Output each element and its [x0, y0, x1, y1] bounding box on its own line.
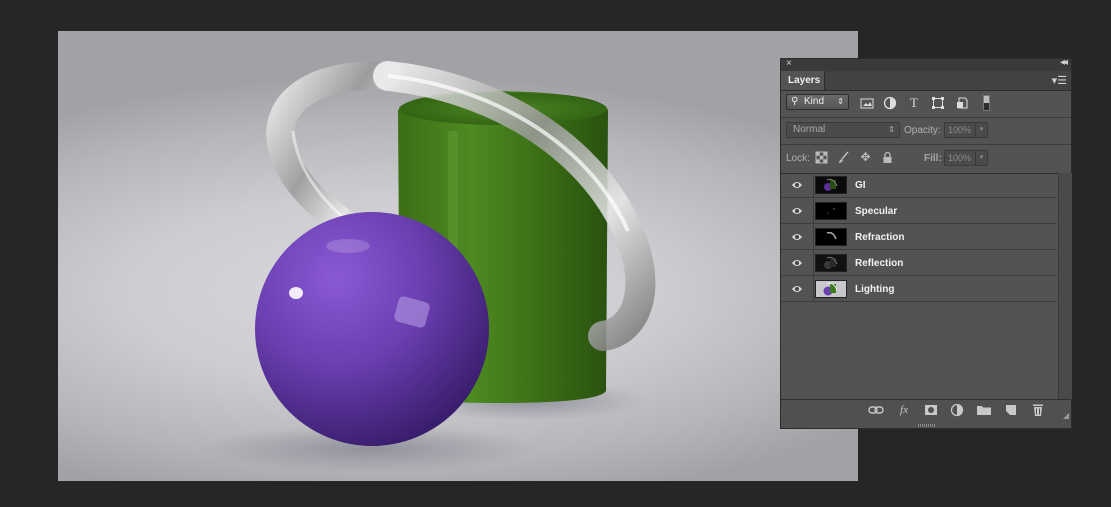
filter-row: ⚲ Kind ⇕ T: [781, 90, 1071, 118]
visibility-toggle[interactable]: [781, 199, 814, 224]
lock-position-move-icon[interactable]: ✥: [859, 151, 872, 164]
link-layers-icon[interactable]: [868, 403, 884, 417]
layer-thumbnail: [815, 280, 847, 298]
blend-row: Normal ⇕ Opacity: 100% ▾: [781, 117, 1071, 145]
chevron-down-icon[interactable]: ▾: [975, 151, 987, 165]
layer-list: GI Specular Refraction Reflection Lighti…: [781, 173, 1057, 400]
panel-footer: fx ◢: [781, 399, 1071, 428]
eye-icon: [792, 182, 802, 188]
blend-mode-select[interactable]: Normal ⇕: [786, 122, 900, 138]
tab-layers[interactable]: Layers: [781, 71, 825, 90]
fill-label: Fill:: [924, 153, 942, 164]
resize-grip-icon[interactable]: ◢: [1063, 411, 1069, 420]
layer-name: Reflection: [855, 258, 904, 269]
new-layer-icon[interactable]: [1003, 403, 1019, 417]
eye-icon: [792, 234, 802, 240]
layer-row-gi[interactable]: GI: [781, 173, 1057, 198]
lock-image-pixels-brush-icon[interactable]: [837, 151, 850, 164]
image-filter-icon[interactable]: [860, 96, 874, 110]
eye-icon: [792, 286, 802, 292]
panel-menu-icon[interactable]: ▾☰: [1052, 74, 1067, 87]
render-canvas[interactable]: [58, 31, 858, 481]
layer-row-refraction[interactable]: Refraction: [781, 225, 1057, 250]
fx-icon[interactable]: fx: [896, 403, 912, 417]
opacity-field[interactable]: 100% ▾: [944, 122, 988, 138]
eye-icon: [792, 208, 802, 214]
layer-row-specular[interactable]: Specular: [781, 199, 1057, 224]
stepper-arrows-icon: ⇕: [837, 97, 844, 106]
layer-row-reflection[interactable]: Reflection: [781, 251, 1057, 276]
smart-object-filter-icon[interactable]: [955, 96, 969, 110]
filter-kind-select[interactable]: ⚲ Kind ⇕: [786, 94, 849, 110]
blend-mode-value: Normal: [793, 124, 826, 135]
layer-name: Lighting: [855, 284, 895, 295]
layer-thumbnail: [815, 202, 847, 220]
layer-thumbnail: [815, 228, 847, 246]
lock-all-icon[interactable]: [881, 151, 894, 164]
lock-row: Lock: ✥ Fill: 100% ▾: [781, 144, 1071, 174]
search-icon: ⚲: [791, 96, 799, 107]
panel-tabrow: Layers ▾☰: [781, 71, 1071, 91]
layer-thumbnail: [815, 254, 847, 272]
collapse-panel-icon[interactable]: ◂◂: [1060, 57, 1068, 68]
close-panel-icon[interactable]: ×: [786, 58, 792, 69]
fill-field[interactable]: 100% ▾: [944, 150, 988, 166]
visibility-toggle[interactable]: [781, 277, 814, 302]
visibility-toggle[interactable]: [781, 173, 814, 198]
fill-value: 100%: [948, 153, 972, 163]
lock-transparent-pixels-icon[interactable]: [815, 151, 828, 164]
lock-label: Lock:: [786, 153, 810, 164]
filter-toggle-switch[interactable]: [983, 95, 990, 111]
shape-filter-icon[interactable]: [931, 96, 945, 110]
eye-icon: [792, 260, 802, 266]
delete-layer-icon[interactable]: [1030, 403, 1046, 417]
new-group-icon[interactable]: [976, 403, 992, 417]
panel-drag-grip[interactable]: [918, 424, 936, 427]
opacity-value: 100%: [948, 125, 972, 135]
add-mask-icon[interactable]: [923, 403, 939, 417]
layer-row-lighting[interactable]: Lighting: [781, 277, 1057, 302]
layers-panel: × ◂◂ Layers ▾☰ ⚲ Kind ⇕ T Normal ⇕ Opaci…: [780, 57, 1072, 429]
render-image: [198, 61, 656, 473]
chevron-down-icon[interactable]: ▾: [975, 123, 987, 137]
filter-kind-label: Kind: [804, 96, 825, 107]
visibility-toggle[interactable]: [781, 225, 814, 250]
stepper-arrows-icon: ⇕: [888, 125, 895, 134]
new-adjustment-icon[interactable]: [949, 403, 965, 417]
layer-name: GI: [855, 180, 866, 191]
visibility-toggle[interactable]: [781, 251, 814, 276]
layer-name: Specular: [855, 206, 898, 217]
layer-list-scrollbar[interactable]: [1058, 173, 1072, 400]
layer-name: Refraction: [855, 232, 905, 243]
opacity-label: Opacity:: [904, 125, 941, 136]
layer-thumbnail: [815, 176, 847, 194]
adjustment-filter-icon[interactable]: [883, 96, 897, 110]
type-filter-icon[interactable]: T: [907, 96, 921, 110]
